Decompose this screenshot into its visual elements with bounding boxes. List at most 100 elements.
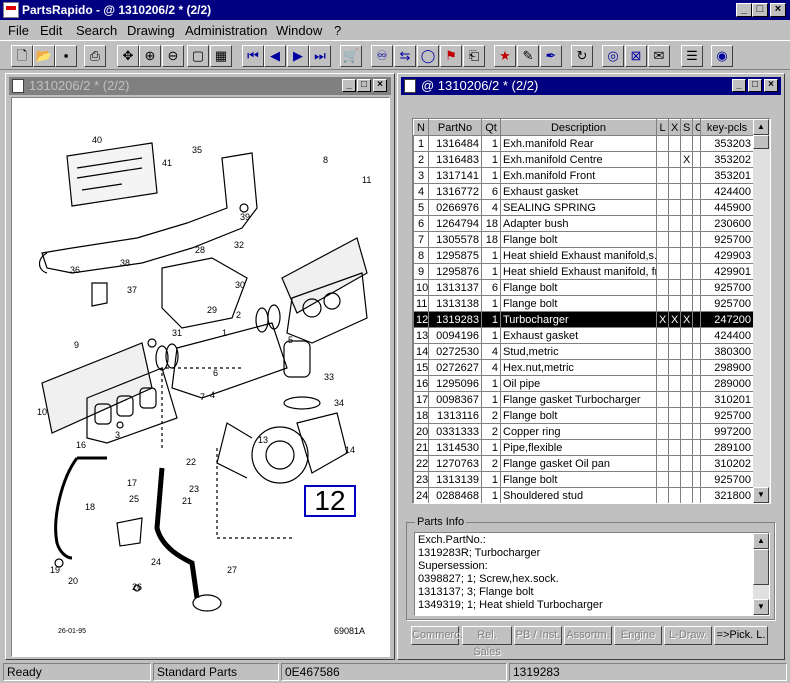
table-row[interactable]: 7 1305578 18 Flange bolt 925700 <box>413 231 754 248</box>
table-cell[interactable] <box>692 279 701 296</box>
table-cell[interactable]: 247200 <box>700 311 754 328</box>
table-cell[interactable]: 5 <box>413 199 429 216</box>
tab-pb-inst[interactable]: PB / Inst. <box>514 626 562 645</box>
table-cell[interactable]: 0288468 <box>428 487 482 503</box>
table-cell[interactable]: 6 <box>413 215 429 232</box>
table-cell[interactable] <box>668 295 681 312</box>
table-cell[interactable] <box>668 487 681 503</box>
table-cell[interactable] <box>668 263 681 280</box>
zoom-in-icon[interactable]: ⊕ <box>139 45 161 67</box>
table-row[interactable]: 6 1264794 18 Adapter bush 230600 <box>413 215 754 232</box>
table-cell[interactable] <box>668 423 681 440</box>
table-cell[interactable]: 2 <box>413 151 429 168</box>
table-cell[interactable]: Flange gasket Turbocharger <box>500 391 657 408</box>
table-cell[interactable]: 0272530 <box>428 343 482 360</box>
parts-info-text[interactable]: Exch.PartNo.: 1319283R; Turbocharger Super… <box>414 532 770 616</box>
table-cell[interactable] <box>680 167 693 184</box>
ring-icon[interactable]: ◯ <box>417 45 439 67</box>
scroll-down-button[interactable]: ▼ <box>753 487 769 503</box>
table-cell[interactable]: 1 <box>481 439 501 456</box>
table-cell[interactable]: 289000 <box>700 375 754 392</box>
table-cell[interactable] <box>692 167 701 184</box>
table-cell[interactable]: 11 <box>413 295 429 312</box>
tab-pick-list[interactable]: =>Pick. L. <box>714 626 768 645</box>
globe-icon[interactable]: ◉ <box>711 45 733 67</box>
close-button[interactable]: × <box>770 3 786 17</box>
table-cell[interactable] <box>680 199 693 216</box>
table-cell[interactable] <box>680 263 693 280</box>
table-cell[interactable]: 353203 <box>700 135 754 152</box>
tab-engine[interactable]: Engine <box>614 626 662 645</box>
tab-commerc[interactable]: Commerc. <box>411 626 463 645</box>
table-cell[interactable] <box>680 471 693 488</box>
table-cell[interactable] <box>668 455 681 472</box>
table-cell[interactable]: 3 <box>413 167 429 184</box>
tab-l-draw[interactable]: L-Draw. <box>664 626 712 645</box>
table-cell[interactable] <box>668 359 681 376</box>
table-cell[interactable]: 1316483 <box>428 151 482 168</box>
cart-icon[interactable]: 🛒 <box>340 45 362 67</box>
scroll-thumb[interactable] <box>753 135 769 149</box>
info-scrollbar[interactable]: ▲ ▼ <box>753 533 769 615</box>
table-cell[interactable] <box>656 487 669 503</box>
table-cell[interactable]: Flange gasket Oil pan <box>500 455 657 472</box>
table-row[interactable]: 16 1295096 1 Oil pipe 289000 <box>413 375 754 392</box>
table-cell[interactable]: 0331333 <box>428 423 482 440</box>
table-row[interactable]: 10 1313137 6 Flange bolt 925700 <box>413 279 754 296</box>
table-cell[interactable]: Hex.nut,metric <box>500 359 657 376</box>
table-cell[interactable]: X <box>680 311 693 328</box>
table-cell[interactable]: 1 <box>481 135 501 152</box>
table-cell[interactable]: 310201 <box>700 391 754 408</box>
save-icon[interactable]: ▪ <box>55 45 77 67</box>
table-cell[interactable] <box>692 295 701 312</box>
zoom-fit-icon[interactable]: ▢ <box>187 45 209 67</box>
table-cell[interactable] <box>668 151 681 168</box>
table-cell[interactable]: 1313139 <box>428 471 482 488</box>
table-cell[interactable]: 1270763 <box>428 455 482 472</box>
table-cell[interactable] <box>680 231 693 248</box>
zoom-out-icon[interactable]: ⊖ <box>162 45 184 67</box>
table-row[interactable]: 17 0098367 1 Flange gasket Turbocharger 3102… <box>413 391 754 408</box>
table-cell[interactable]: 12 <box>413 311 429 328</box>
table-row[interactable]: 15 0272627 4 Hex.nut,metric 298900 <box>413 359 754 376</box>
table-cell[interactable] <box>656 343 669 360</box>
table-row[interactable]: 24 0288468 1 Shouldered stud 321800 <box>413 487 754 503</box>
table-cell[interactable]: 925700 <box>700 231 754 248</box>
table-cell[interactable]: 1 <box>481 487 501 503</box>
table-cell[interactable]: 1 <box>481 263 501 280</box>
pen-icon[interactable]: ✒ <box>540 45 562 67</box>
table-cell[interactable] <box>692 215 701 232</box>
table-cell[interactable] <box>692 311 701 328</box>
table-cell[interactable]: X <box>680 151 693 168</box>
table-row[interactable]: 22 1270763 2 Flange gasket Oil pan 310202 <box>413 455 754 472</box>
table-cell[interactable]: 0094196 <box>428 327 482 344</box>
drawing-close-button[interactable]: × <box>373 79 387 92</box>
table-cell[interactable]: 1305578 <box>428 231 482 248</box>
table-cell[interactable]: 230600 <box>700 215 754 232</box>
table-cell[interactable] <box>656 359 669 376</box>
table-cell[interactable]: 353202 <box>700 151 754 168</box>
open-icon[interactable]: 📂 <box>33 45 55 67</box>
table-cell[interactable] <box>680 455 693 472</box>
menu-edit[interactable]: Edit <box>40 23 62 38</box>
table-cell[interactable] <box>692 327 701 344</box>
table-cell[interactable]: 429903 <box>700 247 754 264</box>
info-scroll-down-button[interactable]: ▼ <box>753 599 769 615</box>
table-cell[interactable]: 9 <box>413 263 429 280</box>
table-cell[interactable] <box>692 487 701 503</box>
table-cell[interactable]: Oil pipe <box>500 375 657 392</box>
table-cell[interactable]: 1 <box>413 135 429 152</box>
list-icon[interactable]: ☰ <box>681 45 703 67</box>
table-cell[interactable] <box>692 151 701 168</box>
table-cell[interactable]: 321800 <box>700 487 754 503</box>
new-icon[interactable]: 🗋 <box>11 45 33 67</box>
drawing-maximize-button[interactable]: □ <box>357 79 371 92</box>
table-scrollbar[interactable]: ▲ ▼ <box>753 119 770 503</box>
table-cell[interactable] <box>656 247 669 264</box>
table-cell[interactable]: Heat shield Exhaust manifold, fr <box>500 263 657 280</box>
table-cell[interactable]: 15 <box>413 359 429 376</box>
table-cell[interactable] <box>656 263 669 280</box>
table-cell[interactable]: 22 <box>413 455 429 472</box>
table-cell[interactable]: Flange bolt <box>500 231 657 248</box>
maximize-button[interactable]: □ <box>752 3 768 17</box>
